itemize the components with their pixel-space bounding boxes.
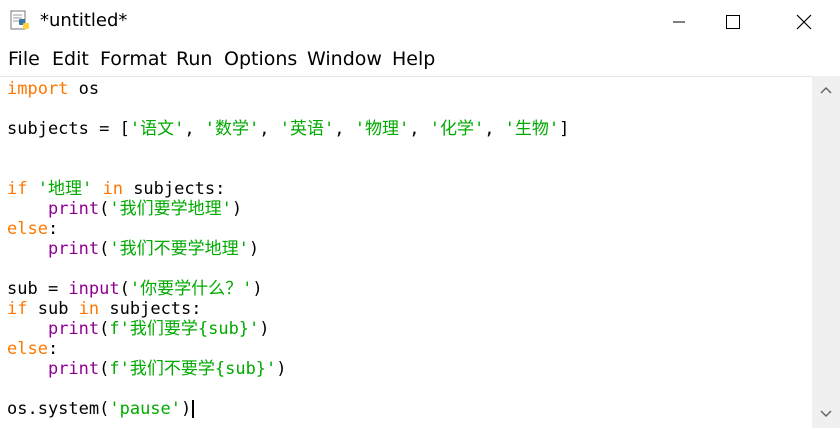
scroll-up-button[interactable] [812, 76, 840, 104]
code-line-6: print('我们不要学地理') [7, 239, 259, 259]
close-icon [796, 14, 812, 30]
code-token: ( [99, 319, 110, 339]
string-token: '英语' [279, 119, 335, 139]
keyword-token: in [102, 179, 123, 199]
code-editor[interactable]: import os subjects = ['语文', '数学', '英语', … [0, 76, 812, 429]
code-line-5: else: [7, 219, 58, 239]
code-line-3: if '地理' in subjects: [7, 179, 225, 199]
code-token: os [68, 79, 100, 99]
menu-bar: File Edit Format Run Options Window Help [0, 44, 840, 76]
code-token: , [184, 119, 205, 139]
code-token: ) [181, 399, 192, 419]
python-idle-icon [10, 10, 29, 30]
code-token: ( [119, 279, 130, 299]
code-token: ( [99, 359, 110, 379]
code-token: , [334, 119, 355, 139]
string-token: '物理' [354, 119, 410, 139]
maximize-icon [726, 15, 740, 29]
code-token: , [484, 119, 505, 139]
builtin-token: print [47, 239, 100, 259]
menu-run[interactable]: Run [176, 48, 212, 70]
code-token: subjects = [ [7, 119, 130, 139]
maximize-button[interactable] [710, 0, 756, 44]
code-token: sub [27, 299, 79, 319]
code-token: ) [252, 279, 263, 299]
builtin-token: input [68, 279, 120, 299]
string-token: '生物' [504, 119, 560, 139]
code-line-8: if sub in subjects: [7, 299, 202, 319]
string-token: '地理' [37, 179, 93, 199]
string-token: '我们要学地理' [109, 199, 232, 219]
code-line-10: else: [7, 339, 58, 359]
code-token: ) [276, 359, 287, 379]
code-token: ( [99, 199, 110, 219]
chevron-down-icon [820, 410, 832, 417]
code-line-12: os.system('pause') [7, 399, 195, 419]
builtin-token: print [47, 359, 100, 379]
string-token: '你要学什么？' [129, 279, 253, 299]
code-token: : [47, 339, 59, 359]
string-token: '我们不要学地理' [109, 239, 249, 259]
code-token: ) [259, 319, 270, 339]
code-token: ) [248, 239, 260, 259]
keyword-token: if [7, 179, 28, 199]
text-cursor [192, 400, 195, 418]
menu-window[interactable]: Window [307, 48, 382, 70]
string-token: '语文' [129, 119, 185, 139]
code-token: sub = [7, 279, 69, 299]
string-token: 'pause' [109, 399, 182, 419]
menu-format[interactable]: Format [100, 48, 167, 70]
close-button[interactable] [781, 0, 827, 44]
keyword-token: else [7, 339, 48, 359]
code-token: ) [231, 199, 243, 219]
code-token: , [259, 119, 280, 139]
scroll-down-button[interactable] [812, 400, 840, 428]
chevron-up-icon [820, 87, 832, 94]
string-token: f'我们要学{sub}' [109, 319, 260, 339]
menu-options[interactable]: Options [224, 48, 297, 70]
code-line-2: subjects = ['语文', '数学', '英语', '物理', '化学'… [7, 119, 569, 139]
menu-edit[interactable]: Edit [52, 48, 89, 70]
code-token: subjects: [122, 179, 226, 199]
code-line-4: print('我们要学地理') [7, 199, 242, 219]
vertical-scrollbar[interactable] [812, 76, 840, 428]
code-line-9: print(f'我们要学{sub}') [7, 319, 270, 339]
code-line-1: import os [7, 79, 99, 99]
code-token: ] [559, 119, 570, 139]
menu-help[interactable]: Help [392, 48, 435, 70]
menu-file[interactable]: File [8, 48, 40, 70]
code-token: ( [99, 239, 110, 259]
string-token: '数学' [204, 119, 260, 139]
code-token: subjects: [99, 299, 202, 319]
code-line-7: sub = input('你要学什么？') [7, 279, 263, 299]
title-bar: *untitled* [0, 0, 840, 44]
code-token: , [409, 119, 430, 139]
keyword-token: else [7, 219, 48, 239]
string-token: '化学' [429, 119, 485, 139]
keyword-token: if [7, 299, 28, 319]
code-line-11: print(f'我们不要学{sub}') [7, 359, 287, 379]
keyword-token: import [7, 79, 69, 99]
window-title: *untitled* [40, 10, 128, 31]
builtin-token: print [47, 319, 100, 339]
code-token: os.system( [7, 399, 110, 419]
string-token: f'我们不要学{sub}' [109, 359, 277, 379]
code-token: : [47, 219, 59, 239]
minimize-icon [673, 21, 685, 23]
keyword-token: in [78, 299, 100, 319]
minimize-button[interactable] [656, 0, 702, 44]
builtin-token: print [47, 199, 100, 219]
